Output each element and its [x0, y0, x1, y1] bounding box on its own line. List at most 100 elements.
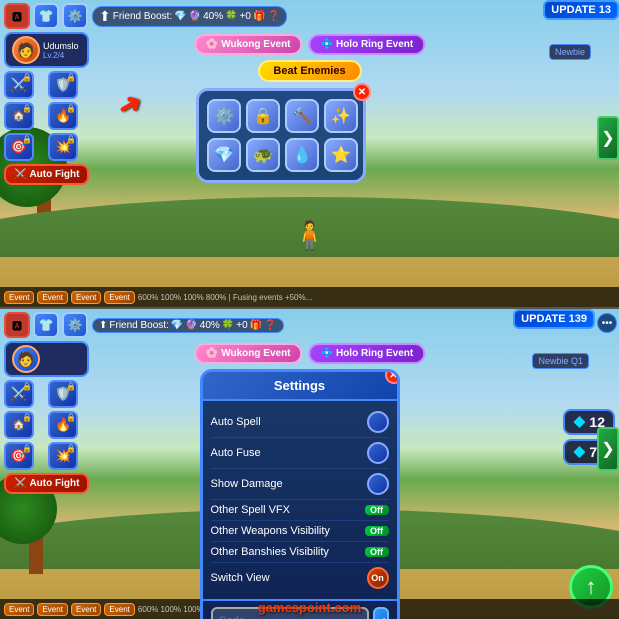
friend-boost-bar: ⬆ Friend Boost: 💎 🔮 40% 🍀 +0 🎁 ❓: [92, 6, 287, 27]
popup-close-btn-top[interactable]: ✕: [353, 83, 371, 101]
action-btn-b2[interactable]: 🛡️🔒: [48, 380, 78, 408]
lock-icon-1: 🔒: [22, 73, 32, 82]
action-btn-b1[interactable]: ⚔️🔒: [4, 380, 34, 408]
auto-fight-icon-b: ⚔️: [14, 478, 26, 489]
show-damage-toggle[interactable]: [367, 473, 389, 495]
popup-btn-magic[interactable]: ✨: [324, 99, 358, 133]
popup-btn-gem[interactable]: 💎: [207, 138, 241, 172]
boost-percent: 40%: [203, 11, 223, 22]
lock-icon-b3: 🔒: [22, 413, 32, 422]
lock-icon-6: 🔒: [66, 135, 76, 144]
event-badge-b4: Event: [104, 603, 134, 616]
left-ui-top: 🧑 Udumslo Lv.2/4 ⚔️🔒 🛡️🔒 🏠🔒 🔥🔒 🎯🔒 💥🔒 ⚔️ …: [4, 32, 89, 185]
boost-leaf-icon-b: 🍀: [222, 320, 234, 331]
other-weapons-toggle[interactable]: Off: [365, 526, 389, 536]
action-grid-b2: 🎯🔒 💥🔒: [4, 442, 89, 470]
holo-ring-event-btn-top[interactable]: 💠 Holo Ring Event: [309, 34, 426, 55]
action-btn-5[interactable]: 🎯🔒: [4, 133, 34, 161]
other-weapons-label: Other Weapons Visibility: [211, 525, 330, 537]
boost-leaf-icon: 🍀: [225, 11, 237, 22]
beat-enemies-label: Beat Enemies: [273, 65, 345, 77]
action-grid-2: 🎯🔒 💥🔒: [4, 133, 89, 161]
other-spell-toggle[interactable]: Off: [365, 505, 389, 515]
action-btn-4[interactable]: 🔥🔒: [48, 102, 78, 130]
switch-view-toggle[interactable]: On: [367, 567, 389, 589]
avatar: 🧑: [12, 36, 40, 64]
event-badge-b3: Event: [71, 603, 101, 616]
top-half: 🧍 🅰 👕 ⚙️ ⬆ Friend Boost: 💎 🔮 40% 🍀 +0 🎁 …: [0, 0, 619, 309]
boost-arrow-icon: ⬆: [99, 8, 111, 25]
watermark: gamespoint.com: [258, 600, 361, 615]
gem-icon-b: 💎: [171, 320, 183, 331]
popup-btn-star[interactable]: ⭐: [324, 138, 358, 172]
gear-icon-btn-bottom[interactable]: ⚙️: [62, 312, 88, 338]
holo-label: Holo Ring Event: [336, 39, 413, 50]
question-icon-b: ❓: [264, 320, 276, 331]
holo-icon-b: 💠: [321, 348, 333, 359]
lock-icon-b4: 🔒: [66, 413, 76, 422]
wukong-event-btn-top[interactable]: 🌸 Wukong Event: [194, 34, 303, 55]
holo-ring-event-btn-bottom[interactable]: 💠 Holo Ring Event: [309, 343, 426, 364]
update-badge-bottom[interactable]: UPDATE 139: [513, 309, 595, 329]
action-grid-bottom: ⚔️🔒 🛡️🔒 🏠🔒 🔥🔒: [4, 380, 89, 439]
auto-fight-btn-top[interactable]: ⚔️ Auto Fight: [4, 164, 89, 185]
gear-icon-btn[interactable]: ⚙️: [62, 3, 88, 29]
friend-boost-bar-bottom: ⬆ Friend Boost: 💎 🔮 40% 🍀 +0 🎁 ❓: [92, 318, 284, 333]
shirt-icon-btn[interactable]: 👕: [33, 3, 59, 29]
scroll-right-top[interactable]: ❯: [597, 116, 619, 160]
popup-btn-lock1[interactable]: 🔒: [246, 99, 280, 133]
friend-boost-label-b: Friend Boost:: [109, 320, 168, 331]
lock-icon-b1: 🔒: [22, 382, 32, 391]
event-badge-2: Event: [37, 291, 67, 304]
boost-arrow-icon-b: ⬆: [99, 320, 107, 331]
info-text: 600% 100% 100% 800% | Fusing events +50%…: [138, 293, 312, 302]
popup-btn-turtle[interactable]: 🐢: [246, 138, 280, 172]
auto-fuse-toggle[interactable]: [367, 442, 389, 464]
action-btn-2[interactable]: 🛡️🔒: [48, 71, 78, 99]
newbie-badge-top: Newbie: [549, 44, 591, 60]
action-btn-b3[interactable]: 🏠🔒: [4, 411, 34, 439]
holo-icon: 💠: [321, 39, 333, 50]
shirt-icon-btn-bottom[interactable]: 👕: [33, 312, 59, 338]
action-btn-1[interactable]: ⚔️🔒: [4, 71, 34, 99]
roblox-icon-btn-bottom[interactable]: 🅰: [4, 312, 30, 338]
player-info: 🧑 Udumslo Lv.2/4: [4, 32, 89, 68]
event-badge-b1: Event: [4, 603, 34, 616]
lock-icon-3: 🔒: [22, 104, 32, 113]
event-badge-3: Event: [71, 291, 101, 304]
roblox-icon-btn[interactable]: 🅰: [4, 3, 30, 29]
auto-spell-toggle[interactable]: [367, 411, 389, 433]
action-btn-6[interactable]: 💥🔒: [48, 133, 78, 161]
gem-icon: 💎: [174, 11, 186, 22]
hud-top-bar: 🅰 👕 ⚙️ ⬆ Friend Boost: 💎 🔮 40% 🍀 +0 🎁 ❓ …: [0, 0, 619, 32]
event-bar-bottom: 🌸 Wukong Event 💠 Holo Ring Event: [194, 343, 425, 364]
event-badge-b2: Event: [37, 603, 67, 616]
player-name: Udumslo: [43, 41, 79, 51]
popup-grid: ⚙️ 🔒 🔨 ✨ 💎 🐢 💧 ⭐: [207, 99, 355, 172]
more-options-btn[interactable]: •••: [597, 313, 617, 333]
action-btn-b5[interactable]: 🎯🔒: [4, 442, 34, 470]
settings-row-show-damage: Show Damage: [211, 469, 389, 500]
wukong-label: Wukong Event: [221, 39, 290, 50]
action-btn-b6[interactable]: 💥🔒: [48, 442, 78, 470]
update-badge-top[interactable]: UPDATE 13: [543, 0, 619, 20]
popup-btn-gear[interactable]: ⚙️: [207, 99, 241, 133]
code-submit-btn[interactable]: ↩: [373, 607, 389, 619]
popup-btn-hammer[interactable]: 🔨: [285, 99, 319, 133]
lock-icon-b2: 🔒: [66, 382, 76, 391]
settings-row-other-weapons: Other Weapons Visibility Off: [211, 521, 389, 542]
lock-icon-2: 🔒: [66, 73, 76, 82]
other-banshies-label: Other Banshies Visibility: [211, 546, 329, 558]
scroll-right-bottom[interactable]: ❯: [597, 427, 619, 471]
action-btn-3[interactable]: 🏠🔒: [4, 102, 34, 130]
settings-popup: Settings ✕ Auto Spell Auto Fuse Show Dam…: [200, 369, 400, 619]
switch-view-label: Switch View: [211, 572, 270, 584]
popup-btn-water[interactable]: 💧: [285, 138, 319, 172]
action-btn-b4[interactable]: 🔥🔒: [48, 411, 78, 439]
auto-fight-btn-bottom[interactable]: ⚔️ Auto Fight: [4, 473, 89, 494]
other-banshies-toggle[interactable]: Off: [365, 547, 389, 557]
holo-label-b: Holo Ring Event: [336, 348, 413, 359]
wukong-event-btn-bottom[interactable]: 🌸 Wukong Event: [194, 343, 303, 364]
settings-row-auto-fuse: Auto Fuse: [211, 438, 389, 469]
beat-enemies-btn-top[interactable]: Beat Enemies: [257, 60, 361, 82]
